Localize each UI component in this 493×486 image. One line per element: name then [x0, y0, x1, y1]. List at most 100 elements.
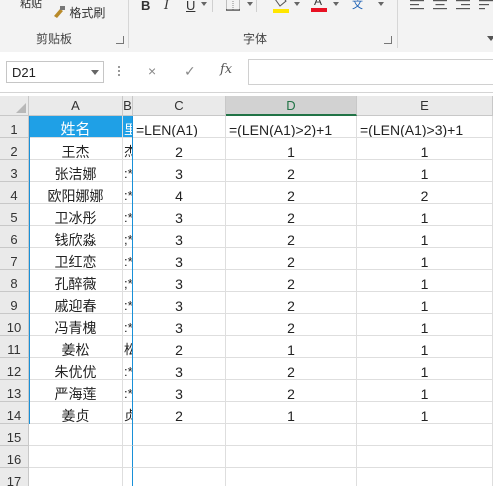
cell-a14[interactable]: 姜贞 — [29, 402, 123, 424]
cell-d5[interactable]: 2 — [226, 204, 357, 226]
name-box-dropdown-icon[interactable] — [91, 70, 99, 75]
cell-a13[interactable]: 严海莲 — [29, 380, 123, 402]
fill-color-icon[interactable] — [272, 0, 290, 13]
name-box[interactable]: D21 — [6, 61, 104, 83]
cell-a6[interactable]: 钱欣淼 — [29, 226, 123, 248]
cell-c11[interactable]: 2 — [133, 336, 226, 358]
cell-a15[interactable] — [29, 424, 123, 446]
cell-b16[interactable] — [123, 446, 133, 468]
align-left-icon[interactable] — [410, 0, 424, 10]
font-launcher-icon[interactable] — [384, 36, 392, 44]
cell-b8[interactable]: ;* — [123, 270, 133, 292]
cell-c3[interactable]: 3 — [133, 160, 226, 182]
cell-a12[interactable]: 朱优优 — [29, 358, 123, 380]
cell-a7[interactable]: 卫红恋 — [29, 248, 123, 270]
cell-a11[interactable]: 姜松 — [29, 336, 123, 358]
cell-c12[interactable]: 3 — [133, 358, 226, 380]
row-header-15[interactable]: 15 — [0, 424, 29, 446]
cell-a9[interactable]: 戚迎春 — [29, 292, 123, 314]
cell-e4[interactable]: 2 — [357, 182, 493, 204]
ribbon-collapse-icon[interactable] — [487, 36, 493, 41]
cell-d1[interactable]: =(LEN(A1)>2)+1 — [226, 116, 357, 138]
cell-e14[interactable]: 1 — [357, 402, 493, 424]
row-header-9[interactable]: 9 — [0, 292, 29, 314]
cell-e15[interactable] — [357, 424, 493, 446]
cell-a10[interactable]: 冯青槐 — [29, 314, 123, 336]
column-header-c[interactable]: C — [133, 96, 226, 116]
cell-d4[interactable]: 2 — [226, 182, 357, 204]
cell-d17[interactable] — [226, 468, 357, 486]
worksheet-grid[interactable]: ABCDE1姓名里=LEN(A1)=(LEN(A1)>2)+1=(LEN(A1)… — [0, 96, 493, 486]
cell-a16[interactable] — [29, 446, 123, 468]
row-header-6[interactable]: 6 — [0, 226, 29, 248]
cell-c6[interactable]: 3 — [133, 226, 226, 248]
cell-b12[interactable]: :* — [123, 358, 133, 380]
align-right-icon[interactable] — [456, 0, 470, 10]
cell-b9[interactable]: :* — [123, 292, 133, 314]
cell-b6[interactable]: ;* — [123, 226, 133, 248]
font-color-icon[interactable]: A — [310, 0, 328, 12]
cell-e2[interactable]: 1 — [357, 138, 493, 160]
italic-button[interactable]: I — [164, 0, 169, 14]
cell-d2[interactable]: 1 — [226, 138, 357, 160]
enter-icon[interactable]: ✓ — [184, 63, 196, 80]
cell-b1[interactable]: 里 — [123, 116, 133, 138]
fill-color-dropdown-icon[interactable] — [294, 2, 300, 6]
cell-b15[interactable] — [123, 424, 133, 446]
cell-d6[interactable]: 2 — [226, 226, 357, 248]
row-header-10[interactable]: 10 — [0, 314, 29, 336]
row-header-17[interactable]: 17 — [0, 468, 29, 486]
cell-c1[interactable]: =LEN(A1) — [133, 116, 226, 138]
column-header-b[interactable]: B — [123, 96, 133, 116]
cell-e5[interactable]: 1 — [357, 204, 493, 226]
cell-a4[interactable]: 欧阳娜娜 — [29, 182, 123, 204]
column-header-a[interactable]: A — [29, 96, 123, 116]
row-header-3[interactable]: 3 — [0, 160, 29, 182]
clipboard-launcher-icon[interactable] — [116, 36, 124, 44]
cell-d7[interactable]: 2 — [226, 248, 357, 270]
cell-b11[interactable]: 松 — [123, 336, 133, 358]
row-header-16[interactable]: 16 — [0, 446, 29, 468]
cell-c17[interactable] — [133, 468, 226, 486]
formula-input[interactable] — [248, 59, 493, 85]
font-color-dropdown-icon[interactable] — [333, 2, 339, 6]
underline-button[interactable]: U — [186, 0, 195, 14]
cell-c5[interactable]: 3 — [133, 204, 226, 226]
cancel-icon[interactable]: × — [148, 63, 156, 79]
cell-a17[interactable] — [29, 468, 123, 486]
cell-b7[interactable]: :* — [123, 248, 133, 270]
resize-handle-icon[interactable] — [118, 66, 121, 78]
align-center-icon[interactable] — [433, 0, 447, 10]
cell-d8[interactable]: 2 — [226, 270, 357, 292]
cell-e12[interactable]: 1 — [357, 358, 493, 380]
cell-d3[interactable]: 2 — [226, 160, 357, 182]
cell-c14[interactable]: 2 — [133, 402, 226, 424]
row-header-1[interactable]: 1 — [0, 116, 29, 138]
cell-a8[interactable]: 孔醉薇 — [29, 270, 123, 292]
cell-d12[interactable]: 2 — [226, 358, 357, 380]
cell-c10[interactable]: 3 — [133, 314, 226, 336]
row-header-5[interactable]: 5 — [0, 204, 29, 226]
bold-button[interactable]: B — [141, 0, 150, 14]
cell-c4[interactable]: 4 — [133, 182, 226, 204]
insert-function-icon[interactable]: fx — [220, 62, 232, 77]
cell-d16[interactable] — [226, 446, 357, 468]
cell-d9[interactable]: 2 — [226, 292, 357, 314]
cell-b4[interactable]: :* — [123, 182, 133, 204]
cell-b5[interactable]: :* — [123, 204, 133, 226]
cell-c9[interactable]: 3 — [133, 292, 226, 314]
cell-d14[interactable]: 1 — [226, 402, 357, 424]
paste-button[interactable]: 粘贴 — [20, 0, 42, 11]
cell-d11[interactable]: 1 — [226, 336, 357, 358]
row-header-12[interactable]: 12 — [0, 358, 29, 380]
cell-a5[interactable]: 卫冰彤 — [29, 204, 123, 226]
cell-b17[interactable] — [123, 468, 133, 486]
cell-d15[interactable] — [226, 424, 357, 446]
phonetic-dropdown-icon[interactable] — [378, 2, 384, 6]
column-header-d[interactable]: D — [226, 96, 357, 116]
cell-a2[interactable]: 王杰 — [29, 138, 123, 160]
row-header-8[interactable]: 8 — [0, 270, 29, 292]
cell-b13[interactable]: :* — [123, 380, 133, 402]
row-header-2[interactable]: 2 — [0, 138, 29, 160]
cell-e1[interactable]: =(LEN(A1)>3)+1 — [357, 116, 493, 138]
